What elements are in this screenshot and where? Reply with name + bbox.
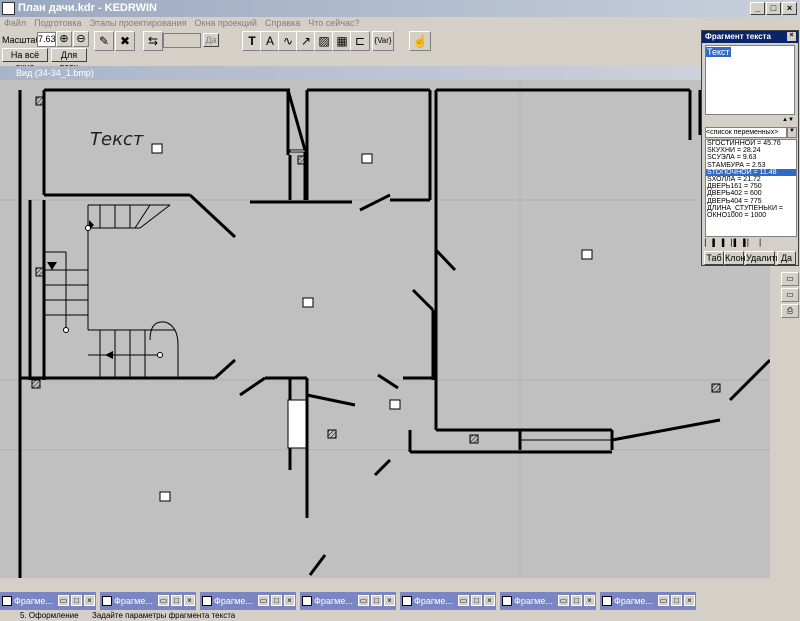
window-icon [602,596,612,606]
pick-icon[interactable]: ✎ [94,31,114,51]
window-taskbar: Фрагме... ▭ □ × Фрагме... ▭ □ × Фрагме... ▭ □ × Ф… [0,590,800,612]
list-item-selected[interactable]: SТОПОЧНОЙ = 11.48 [706,168,796,177]
menu-help[interactable]: Справка [261,17,304,30]
task-item[interactable]: Фрагме... ▭ □ × [400,592,496,610]
variables-dropdown[interactable]: <список переменных> [705,127,787,138]
scroll-arrows-icon[interactable]: ▲▼ [782,117,796,124]
yes-toolbar-button[interactable]: Да [203,33,219,47]
minimize-button[interactable]: _ [750,2,765,15]
list-item[interactable]: ОКНО1000 = 1000 [706,212,796,219]
table-icon[interactable]: ▦ [332,31,352,51]
window-icon [302,596,312,606]
close-button[interactable]: × [782,2,797,15]
for-all-button[interactable]: Для всех [51,48,87,72]
plan-text-label[interactable]: Текст [90,129,144,150]
status-stage: 5. Оформление [20,611,79,620]
menu-file[interactable]: Файл [0,17,30,30]
toolbar: Масштаб 7.6371 ⊕ ⊖ На всё окно Для всех … [0,30,700,72]
text-tool-icon[interactable]: T [242,31,262,51]
task-item[interactable]: Фрагме... ▭ □ × [500,592,596,610]
floor-plan[interactable]: Текст [0,80,770,578]
window-icon [202,596,212,606]
yes-button[interactable]: Да [777,251,796,265]
list-item[interactable]: SТАМБУРА = 2.53 [706,162,796,169]
leader-icon[interactable]: ↗ [296,31,316,51]
right-tool-strip: ▭ ▭ ⎙ [780,270,800,590]
delete-button[interactable]: Удалить [745,251,780,265]
variables-list[interactable]: SГОСТИННОЙ = 45.76 SКУХНИ = 28.24 SСУЭЛА… [705,139,797,237]
dropdown-arrow-icon[interactable]: ▼ [787,127,797,138]
panel-close-icon[interactable]: × [787,32,796,41]
tool-strip-icon[interactable]: ▭ [781,272,799,286]
app-icon [2,2,15,15]
erase-icon[interactable]: ✖ [115,31,135,51]
drawing-window-title: Вид (34-34_1.bmp) [0,66,780,80]
fit-all-button[interactable]: На всё окно [2,48,48,72]
tool-strip-icon-2[interactable]: ▭ [781,288,799,302]
list-item[interactable]: ДВЕРЬ161 = 750 [706,183,796,190]
task-item[interactable]: Фрагме... ▭ □ × [600,592,696,610]
list-item[interactable]: SХОЛЛА = 21.72 [706,176,796,183]
app-title-bar: План дачи.kdr - KEDRWIN _ □ × [0,0,800,17]
menu-bar: Файл Подготовка Этапы проектирования Окна п… [0,17,700,30]
list-item[interactable]: SГОСТИННОЙ = 45.76 [706,140,796,147]
task-item[interactable]: Фрагме... ▭ □ × [200,592,296,610]
drawing-canvas[interactable]: Текст [0,80,770,578]
status-hint: Задайте параметры фрагмента текста [92,611,236,620]
text-fragment-panel: Фрагмент текста × Текст ▲▼ <список перем… [701,30,799,266]
zoom-out-icon[interactable]: ⊖ [73,31,89,47]
app-title: План дачи.kdr - KEDRWIN [18,2,157,14]
list-item[interactable]: ДЛИНА_СТУПЕНЬКИ = [706,205,796,212]
drawing-window-title-text: Вид (34-34_1.bmp) [16,68,94,78]
hand-icon[interactable]: ☝ [409,31,431,51]
menu-stages[interactable]: Этапы проектирования [86,17,191,30]
text-edit-value[interactable]: Текст [706,47,731,57]
clone-button[interactable]: Клон [724,251,746,265]
scale-label: Масштаб [2,35,41,45]
dimension-icon[interactable]: ∿ [278,31,298,51]
list-item[interactable]: ДВЕРЬ404 = 775 [706,198,796,205]
combo-box[interactable] [163,33,201,48]
alignment-buttons[interactable]: ▏▌▐▕▌▐▏▕ [705,239,797,249]
scale-input[interactable]: 7.6371 [37,32,56,47]
hatch-icon[interactable]: ▨ [314,31,334,51]
stamp-icon[interactable]: ⊏ [350,31,370,51]
panel-title: Фрагмент текста × [702,31,798,43]
window-icon [402,596,412,606]
menu-prepare[interactable]: Подготовка [30,17,85,30]
swap-icon[interactable]: ⇆ [143,31,163,51]
window-icon [2,596,12,606]
status-bar: 5. Оформление Задайте параметры фрагмент… [0,610,800,621]
task-item[interactable]: Фрагме... ▭ □ × [300,592,396,610]
panel-title-text: Фрагмент текста [705,32,771,41]
zoom-in-icon[interactable]: ⊕ [56,31,72,47]
menu-whats-now[interactable]: Что сейчас? [304,17,363,30]
list-item[interactable]: ДВЕРЬ402 = 600 [706,190,796,197]
task-item[interactable]: Фрагме... ▭ □ × [0,592,96,610]
list-item[interactable]: SСУЭЛА = 9.63 [706,154,796,161]
window-icon [102,596,112,606]
tab-button[interactable]: Таб [704,251,724,265]
maximize-button[interactable]: □ [766,2,781,15]
variables-icon[interactable]: {Var} [372,31,394,51]
angled-text-icon[interactable]: A [260,31,280,51]
window-icon [502,596,512,606]
list-item[interactable]: SКУХНИ = 28.24 [706,147,796,154]
menu-views[interactable]: Окна проекций [191,17,261,30]
text-edit-area[interactable]: Текст [705,45,795,115]
print-icon[interactable]: ⎙ [781,304,799,318]
task-item[interactable]: Фрагме... ▭ □ × [100,592,196,610]
